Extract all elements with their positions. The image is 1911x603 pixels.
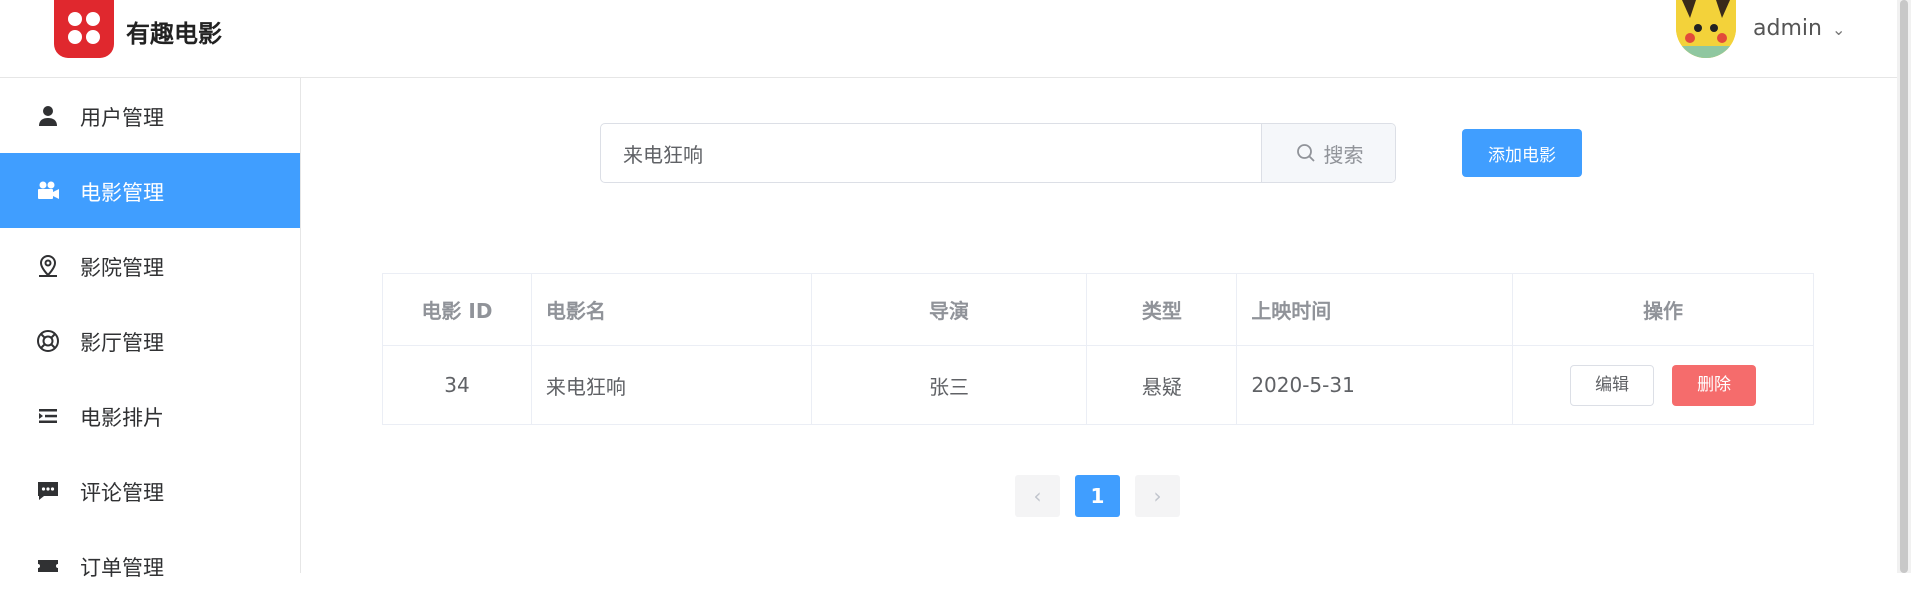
sidebar-item-users[interactable]: 用户管理 [0, 78, 300, 153]
sidebar-item-label: 影厅管理 [80, 331, 164, 355]
edit-button[interactable]: 编辑 [1570, 364, 1655, 406]
comment-icon [38, 482, 58, 500]
location-icon [39, 254, 57, 277]
list-indent-icon [39, 409, 57, 423]
search-icon [1296, 144, 1315, 162]
cell-genre: 悬疑 [1086, 345, 1238, 425]
sidebar-item-cinemas[interactable]: 影院管理 [0, 228, 300, 303]
search-box: 搜索 [600, 123, 1396, 183]
lifebuoy-icon [37, 330, 59, 352]
delete-button[interactable]: 删除 [1672, 364, 1757, 406]
cell-movie-name: 来电狂响 [530, 345, 812, 425]
sidebar-item-halls[interactable]: 影厅管理 [0, 303, 300, 378]
top-header: 有趣电影 admin ⌄ [0, 0, 1911, 78]
column-header-director[interactable]: 导演 [810, 273, 1088, 346]
search-button[interactable]: 搜索 [1261, 124, 1395, 182]
cell-actions: 编辑 删除 [1512, 345, 1814, 425]
sidebar-item-label: 用户管理 [80, 106, 164, 130]
sidebar-item-comments[interactable]: 评论管理 [0, 453, 300, 528]
column-header-actions: 操作 [1512, 273, 1814, 346]
chevron-down-icon[interactable]: ⌄ [1832, 20, 1845, 39]
brand-name: 有趣电影 [126, 20, 222, 48]
sidebar-item-orders[interactable]: 订单管理 [0, 528, 300, 603]
user-icon [39, 106, 57, 126]
cell-movie-id: 34 [382, 345, 532, 425]
sidebar: 用户管理 电影管理 影院管理 影厅管理 电影排片 评论管理 订单管理 [0, 78, 301, 580]
sidebar-item-movies[interactable]: 电影管理 [0, 153, 300, 228]
column-header-genre[interactable]: 类型 [1086, 273, 1238, 346]
pagination-prev-button[interactable]: ‹ [1015, 475, 1060, 517]
pagination-next-button[interactable]: › [1135, 475, 1180, 517]
table-row: 34 来电狂响 张三 悬疑 2020-5-31 编辑 删除 [382, 345, 1814, 425]
username-label[interactable]: admin [1753, 16, 1822, 41]
sidebar-item-label: 评论管理 [80, 481, 164, 505]
column-header-name[interactable]: 电影名 [530, 273, 812, 346]
ticket-icon [38, 560, 58, 572]
column-header-release-date[interactable]: 上映时间 [1236, 273, 1514, 346]
search-input[interactable] [601, 124, 1261, 182]
pagination-page-1[interactable]: 1 [1075, 475, 1120, 517]
movie-camera-icon [38, 181, 59, 199]
sidebar-item-label: 电影管理 [80, 181, 164, 205]
sidebar-item-label: 订单管理 [80, 556, 164, 580]
movie-table: 电影 ID 电影名 导演 类型 上映时间 操作 34 来电狂响 张三 悬疑 20… [382, 273, 1814, 425]
brand-logo-icon[interactable] [54, 0, 114, 58]
sidebar-item-schedule[interactable]: 电影排片 [0, 378, 300, 453]
cell-release-date: 2020-5-31 [1236, 345, 1514, 425]
cell-director: 张三 [810, 345, 1088, 425]
column-header-id[interactable]: 电影 ID [382, 273, 532, 346]
sidebar-item-label: 影院管理 [80, 256, 164, 280]
add-movie-button[interactable]: 添加电影 [1462, 129, 1582, 177]
table-header-row: 电影 ID 电影名 导演 类型 上映时间 操作 [382, 273, 1814, 346]
avatar[interactable] [1676, 0, 1736, 58]
search-button-label: 搜索 [1323, 142, 1364, 167]
sidebar-item-label: 电影排片 [80, 406, 164, 430]
page-scrollbar[interactable] [1897, 0, 1911, 573]
